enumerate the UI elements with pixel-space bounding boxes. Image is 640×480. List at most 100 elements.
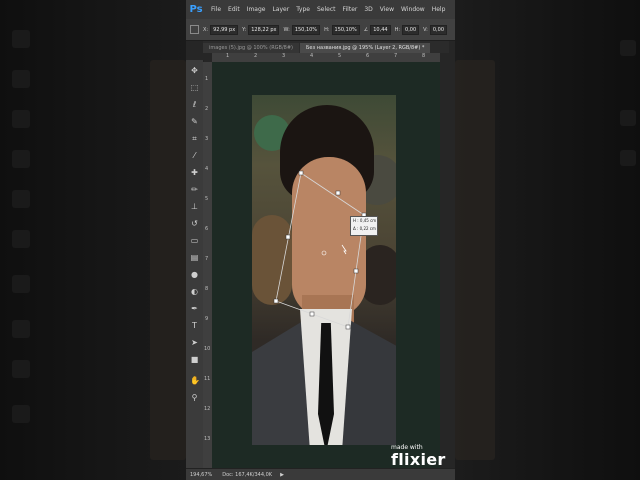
quick-select-icon[interactable]: ✎ <box>190 117 199 126</box>
stamp-icon[interactable]: ⊥ <box>190 202 199 211</box>
width-field[interactable]: 150,10% <box>291 24 321 35</box>
blurred-tool-ghost <box>12 150 30 168</box>
hskew-field[interactable]: 0,00 <box>402 24 420 35</box>
x-label: X: <box>203 26 209 33</box>
ruler-tick-label: 6 <box>366 53 370 59</box>
transform-handle[interactable] <box>273 298 279 304</box>
doc-size: Doc: 167,4K/344,0K <box>222 472 273 478</box>
blurred-tool-ghost <box>12 110 30 128</box>
photoshop-window: Ps File Edit Image Layer Type Select Fil… <box>186 0 455 480</box>
ruler-tick-label: 2 <box>205 106 209 112</box>
lasso-icon[interactable]: ℓ <box>190 100 199 109</box>
reference-point-icon[interactable] <box>190 25 199 34</box>
y-label: Y: <box>242 26 247 33</box>
ruler-tick-label: 12 <box>204 406 211 412</box>
history-brush-icon[interactable]: ↺ <box>190 219 199 228</box>
menu-3d[interactable]: 3D <box>364 6 372 13</box>
menu-filter[interactable]: Filter <box>343 6 358 13</box>
flixier-watermark: made with flixier <box>391 444 446 468</box>
status-bar: 194,67% Doc: 167,4K/344,0K ▶ <box>186 468 455 480</box>
ruler-tick-label: 1 <box>226 53 230 59</box>
type-icon[interactable]: T <box>190 321 199 330</box>
menu-image[interactable]: Image <box>247 6 266 13</box>
blurred-tool-ghost <box>12 230 30 248</box>
marquee-icon[interactable]: ⬚ <box>190 83 199 92</box>
cursor-icon <box>341 244 347 255</box>
menu-select[interactable]: Select <box>317 6 336 13</box>
vskew-field[interactable]: 0,00 <box>429 24 448 35</box>
photoshop-logo: Ps <box>189 4 203 15</box>
menu-help[interactable]: Help <box>432 6 446 13</box>
ruler-tick-label: 1 <box>205 76 209 82</box>
tooltip-line-1: H : 0,45 cm <box>353 218 377 223</box>
transform-center-point[interactable] <box>321 250 327 256</box>
menu-edit[interactable]: Edit <box>228 6 240 13</box>
ruler-tick-label: 8 <box>205 286 209 292</box>
transform-tooltip: H : 0,45 cm Δ : 0,22 cm <box>350 216 378 236</box>
ruler-tick-label: 6 <box>205 226 209 232</box>
crop-icon[interactable]: ⌗ <box>190 134 199 143</box>
ruler-tick-label: 7 <box>394 53 398 59</box>
transform-handle[interactable] <box>335 190 341 196</box>
blurred-panel-ghost <box>620 150 636 166</box>
transform-handle[interactable] <box>309 311 315 317</box>
shape-icon[interactable]: ■ <box>190 355 199 364</box>
blurred-panel-ghost <box>620 110 636 126</box>
menu-window[interactable]: Window <box>401 6 425 13</box>
menu-view[interactable]: View <box>380 6 394 13</box>
blurred-background-left <box>0 0 186 480</box>
transform-handle[interactable] <box>345 324 351 330</box>
hand-icon[interactable]: ✋ <box>190 376 200 385</box>
hskew-label: H: <box>394 26 401 33</box>
move-icon[interactable]: ✥ <box>190 66 199 75</box>
document-canvas[interactable]: H : 0,45 cm Δ : 0,22 cm <box>212 62 440 468</box>
tooltip-line-2: Δ : 0,22 cm <box>353 226 376 231</box>
blurred-tool-ghost <box>12 190 30 208</box>
menu-file[interactable]: File <box>211 6 221 13</box>
transform-handle[interactable] <box>353 268 359 274</box>
photo-layer[interactable]: H : 0,45 cm Δ : 0,22 cm <box>252 95 396 445</box>
healing-icon[interactable]: ✚ <box>190 168 199 177</box>
tab-images-5[interactable]: images (5).jpg @ 100% (RGB/8#) <box>203 43 299 53</box>
ruler-tick-label: 3 <box>282 53 286 59</box>
ruler-tick-label: 7 <box>205 256 209 262</box>
ruler-tick-label: 8 <box>422 53 426 59</box>
transform-handle[interactable] <box>285 234 291 240</box>
watermark-brand-text: flixier <box>391 450 446 469</box>
eraser-icon[interactable]: ▭ <box>190 236 199 245</box>
brush-icon[interactable]: ✏ <box>190 185 199 194</box>
transform-handle[interactable] <box>298 170 304 176</box>
rotation-field[interactable]: 10,44 <box>370 24 391 35</box>
x-field[interactable]: 92,99 px <box>210 24 239 35</box>
ruler-tick-label: 13 <box>204 436 211 442</box>
dodge-icon[interactable]: ◐ <box>190 287 199 296</box>
ruler-tick-label: 4 <box>310 53 314 59</box>
ruler-tick-label: 4 <box>205 166 209 172</box>
ruler-tick-label: 11 <box>204 376 211 382</box>
status-arrow-icon[interactable]: ▶ <box>280 472 284 478</box>
blur-icon[interactable]: ● <box>190 270 199 279</box>
y-field[interactable]: 128,22 px <box>248 24 280 35</box>
height-field[interactable]: 150,10% <box>331 24 360 35</box>
vskew-label: V: <box>423 26 428 33</box>
blurred-tool-ghost <box>12 405 30 423</box>
tools-panel: ✥ ⬚ ℓ ✎ ⌗ ⁄ ✚ ✏ ⊥ ↺ ▭ ▤ ● ◐ ✒ T ➤ ■ ✋ ⚲ <box>186 60 204 480</box>
blurred-background-right <box>455 0 640 480</box>
ruler-tick-label: 10 <box>204 346 211 352</box>
w-label: W: <box>283 26 290 33</box>
zoom-level[interactable]: 194,67% <box>190 472 212 478</box>
zoom-icon[interactable]: ⚲ <box>190 393 199 402</box>
blurred-tool-ghost <box>12 275 30 293</box>
menu-layer[interactable]: Layer <box>272 6 289 13</box>
blurred-photo-edge <box>150 60 186 460</box>
eyedropper-icon[interactable]: ⁄ <box>190 151 199 160</box>
transform-bounding-box[interactable] <box>252 95 396 445</box>
pen-icon[interactable]: ✒ <box>190 304 199 313</box>
ruler-tick-label: 5 <box>205 196 209 202</box>
options-bar: X: 92,99 px Y: 128,22 px W: 150,10% H: 1… <box>186 19 455 41</box>
tab-active-document[interactable]: Без названия.jpg @ 195% (Layer 2, RGB/8#… <box>299 43 431 53</box>
path-select-icon[interactable]: ➤ <box>190 338 199 347</box>
gradient-icon[interactable]: ▤ <box>190 253 199 262</box>
menu-type[interactable]: Type <box>296 6 310 13</box>
ruler-tick-label: 9 <box>205 316 209 322</box>
